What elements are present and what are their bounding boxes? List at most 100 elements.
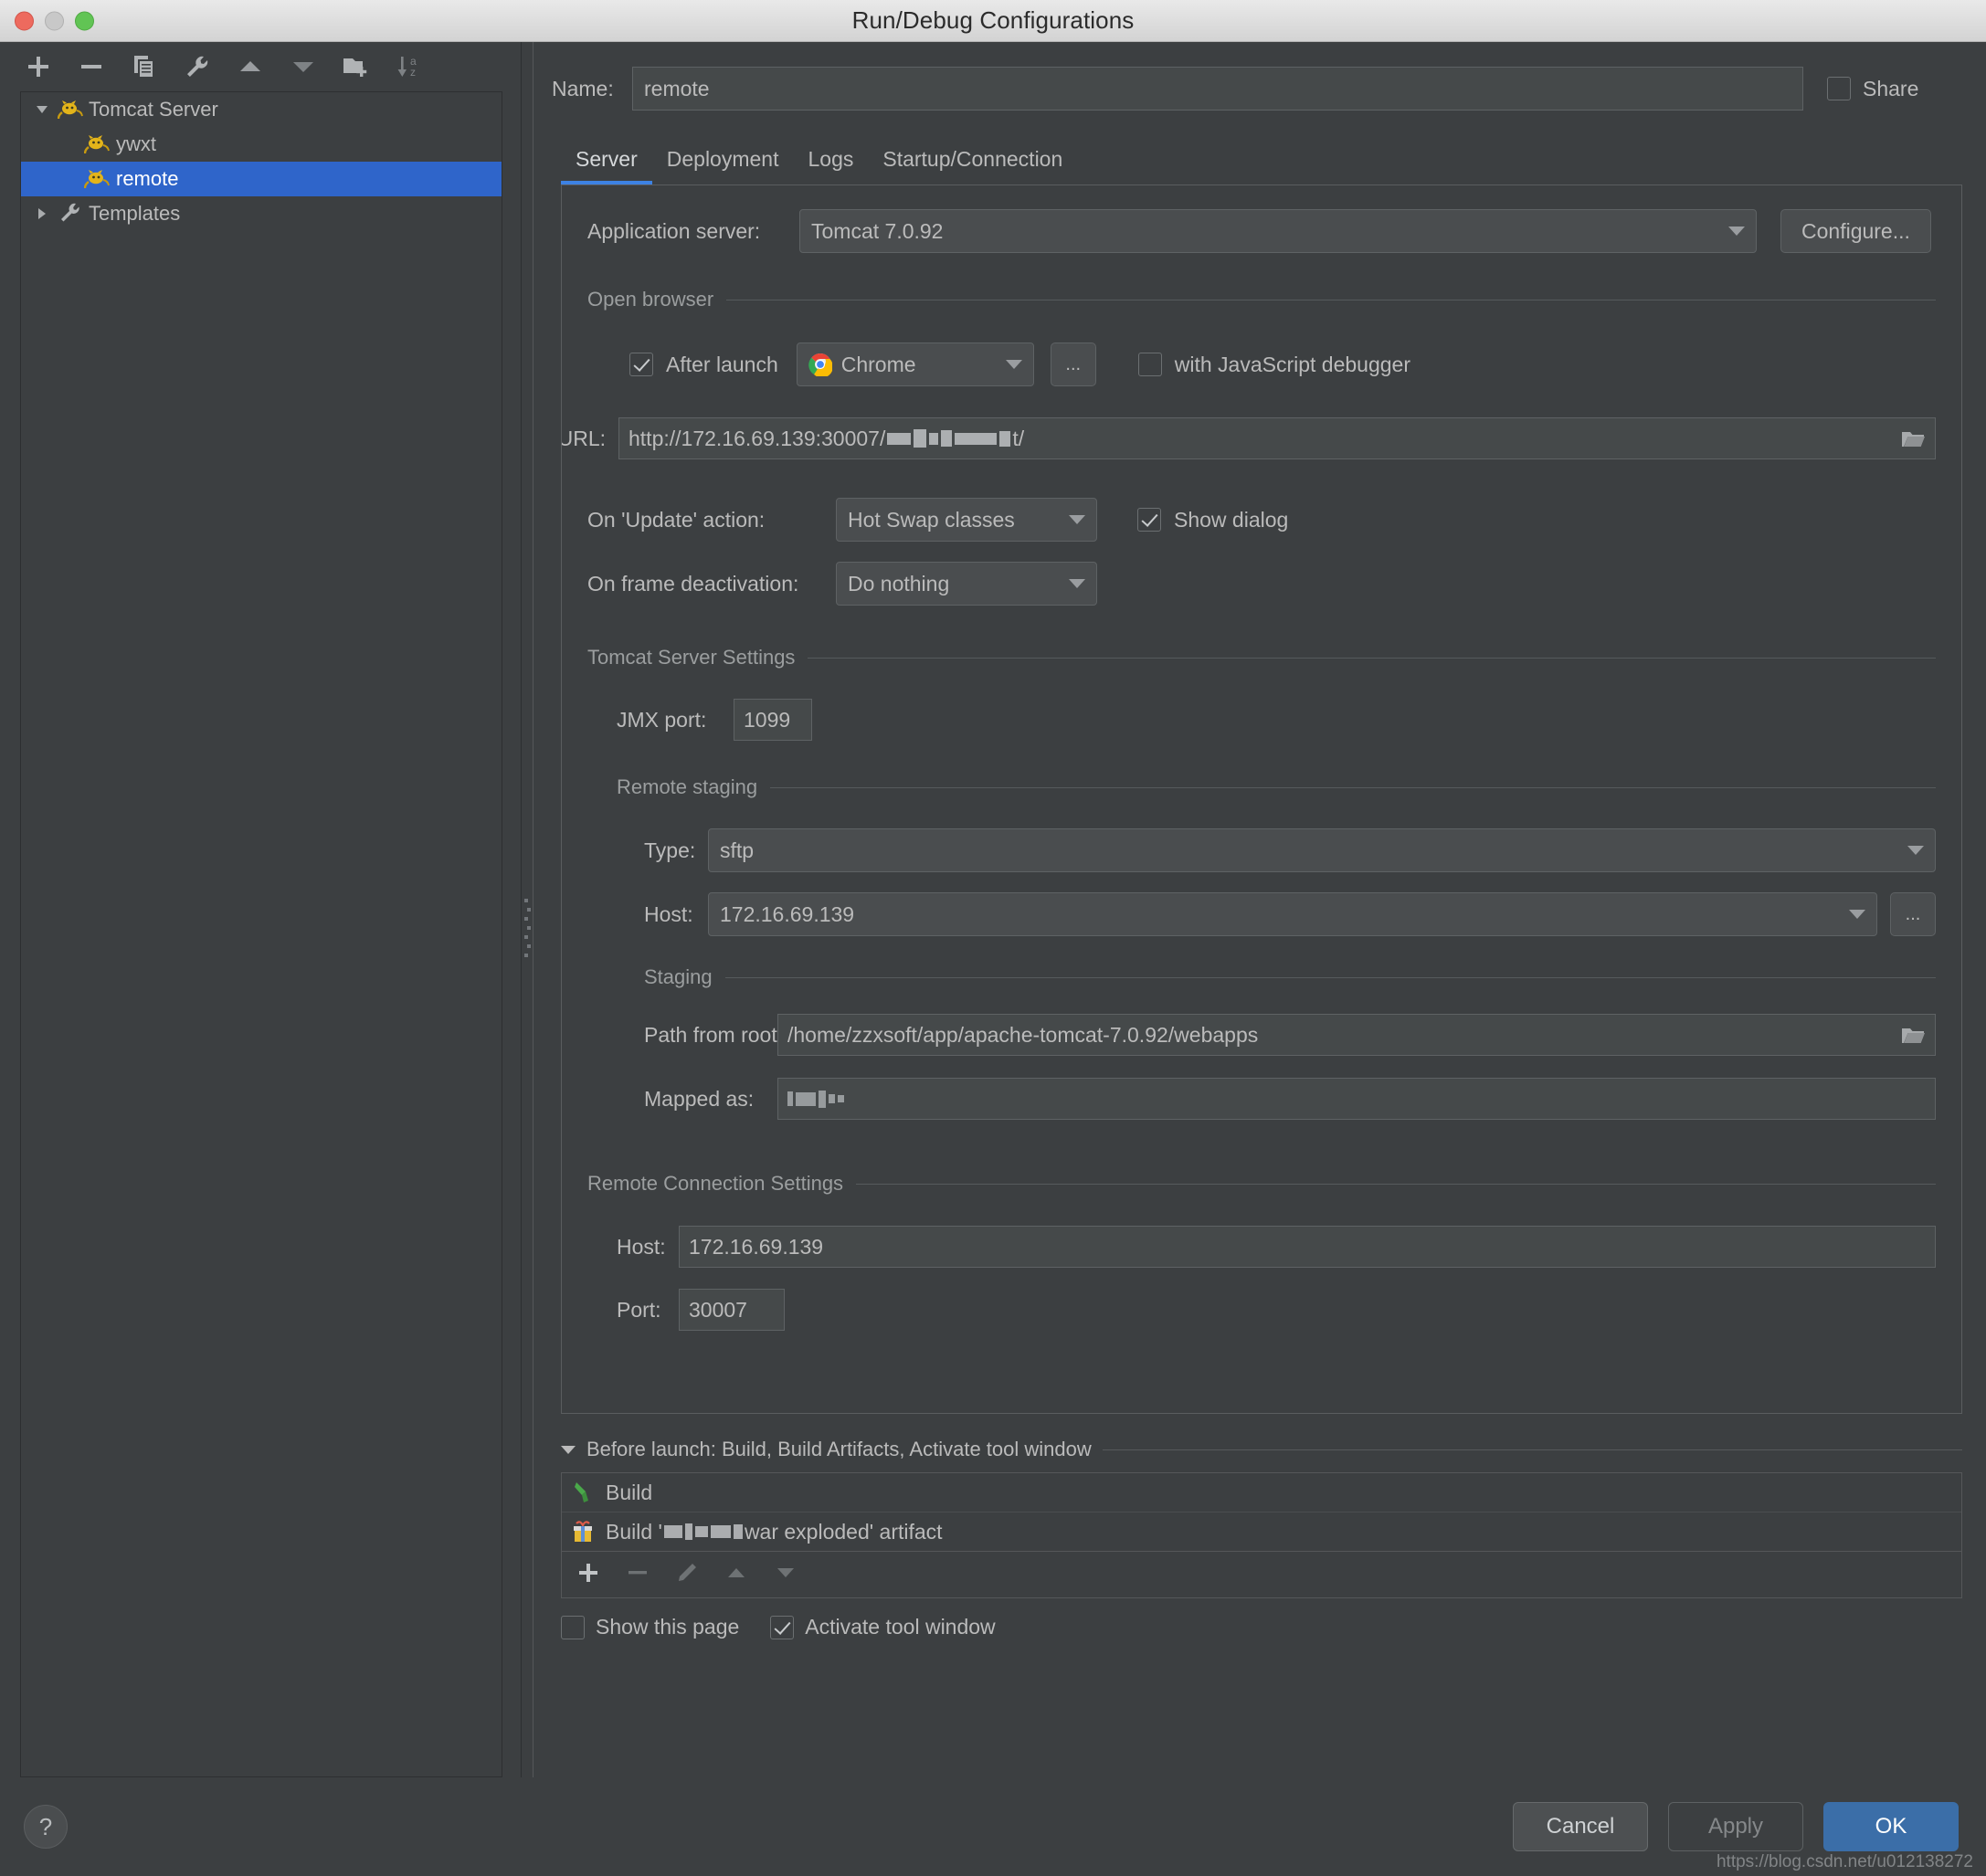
url-input[interactable]: http://172.16.69.139:30007/ t/ — [618, 417, 1936, 459]
tab-startup-connection[interactable]: Startup/Connection — [868, 147, 1077, 184]
minimize-window-button[interactable] — [45, 11, 64, 30]
activate-tool-window-checkbox[interactable] — [770, 1615, 795, 1639]
jmx-port-input[interactable]: 1099 — [734, 699, 812, 741]
js-debugger-checkbox[interactable] — [1137, 353, 1162, 376]
show-this-page-label: Show this page — [596, 1615, 740, 1639]
maximize-window-button[interactable] — [75, 11, 94, 30]
panel-splitter[interactable] — [521, 42, 533, 1777]
edit-templates-icon[interactable] — [181, 50, 214, 83]
window-controls[interactable] — [15, 11, 94, 30]
url-value-suffix: t/ — [1012, 426, 1025, 450]
after-launch-checkbox[interactable] — [629, 353, 653, 376]
frame-deactivation-combo[interactable]: Do nothing — [836, 562, 1097, 606]
open-browser-section-title: Open browser — [587, 288, 714, 311]
staging-host-combo[interactable]: 172.16.69.139 — [708, 892, 1877, 936]
activate-tool-window-group[interactable]: Activate tool window — [770, 1615, 996, 1639]
update-action-label: On 'Update' action: — [587, 507, 766, 532]
remove-task-icon[interactable] — [626, 1561, 650, 1589]
chevron-down-icon[interactable] — [561, 1445, 576, 1454]
folder-icon[interactable] — [1900, 428, 1926, 449]
cancel-button[interactable]: Cancel — [1513, 1802, 1648, 1851]
remote-connection-host-input[interactable]: 172.16.69.139 — [679, 1226, 1936, 1268]
folder-icon[interactable] — [1900, 1025, 1926, 1046]
tomcat-settings-section-title: Tomcat Server Settings — [587, 646, 796, 669]
move-down-icon[interactable] — [287, 50, 320, 83]
tree-item-tomcat-server[interactable]: Tomcat Server — [21, 92, 502, 127]
add-task-icon[interactable] — [576, 1561, 600, 1589]
show-this-page-checkbox[interactable] — [561, 1615, 585, 1639]
before-launch-task-build[interactable]: Build — [562, 1473, 1961, 1512]
before-launch-header[interactable]: Before launch: Build, Build Artifacts, A… — [561, 1438, 1962, 1461]
remove-icon[interactable] — [75, 50, 108, 83]
tree-item-label: Tomcat Server — [89, 98, 218, 121]
staging-type-combo[interactable]: sftp — [708, 828, 1936, 872]
copy-icon[interactable] — [128, 50, 161, 83]
edit-task-icon[interactable] — [675, 1561, 699, 1589]
before-launch-options: Show this page Activate tool window — [561, 1615, 1962, 1639]
before-launch-task-label-suffix: war exploded' artifact — [744, 1519, 943, 1544]
close-window-button[interactable] — [15, 11, 34, 30]
url-label: URL: — [561, 426, 606, 450]
path-from-root-label: Path from root: — [644, 1022, 784, 1047]
path-from-root-input[interactable]: /home/zzxsoft/app/apache-tomcat-7.0.92/w… — [777, 1014, 1936, 1056]
sort-alphabetically-icon[interactable]: a z — [393, 50, 426, 83]
remote-connection-port-input[interactable]: 30007 — [679, 1289, 785, 1331]
apply-button[interactable]: Apply — [1668, 1802, 1803, 1851]
share-checkbox-group[interactable]: Share — [1827, 77, 1937, 101]
tab-logs[interactable]: Logs — [793, 147, 868, 184]
ok-button[interactable]: OK — [1823, 1802, 1959, 1851]
configure-button[interactable]: Configure... — [1780, 209, 1931, 253]
frame-deactivation-value: Do nothing — [848, 571, 950, 595]
add-icon[interactable] — [22, 50, 55, 83]
staging-section-title: Staging — [644, 965, 713, 988]
tree-item-ywxt[interactable]: ywxt — [21, 127, 502, 162]
build-hammer-icon — [571, 1481, 595, 1504]
name-row: Name: remote Share — [533, 42, 1986, 117]
share-label: Share — [1863, 76, 1919, 100]
chevron-down-icon — [1069, 515, 1085, 524]
mapped-as-input[interactable] — [777, 1078, 1936, 1120]
url-row: URL: http://172.16.69.139:30007/ t/ — [562, 416, 1936, 461]
chevron-down-icon — [1069, 579, 1085, 588]
application-server-value: Tomcat 7.0.92 — [811, 218, 944, 243]
before-launch-section: Before launch: Build, Build Artifacts, A… — [561, 1438, 1962, 1639]
server-tab-content: Application server: Tomcat 7.0.92 Config… — [561, 184, 1962, 1414]
configurations-tree[interactable]: Tomcat Server ywxt remote Templates — [20, 91, 502, 1777]
share-checkbox[interactable] — [1827, 77, 1851, 100]
jmx-port-label: JMX port: — [617, 707, 707, 732]
staging-host-browse-button[interactable]: ... — [1890, 892, 1936, 936]
chevron-down-icon — [1849, 910, 1865, 919]
show-dialog-checkbox[interactable] — [1137, 508, 1161, 532]
chevron-down-icon[interactable] — [28, 101, 56, 118]
configuration-tabs[interactable]: Server Deployment Logs Startup/Connectio… — [533, 117, 1986, 184]
before-launch-task-artifact[interactable]: Build ' war exploded' artifact — [562, 1512, 1961, 1552]
tree-item-remote[interactable]: remote — [21, 162, 502, 196]
tomcat-settings-section-header: Tomcat Server Settings — [587, 646, 1936, 669]
url-redacted-segment — [887, 429, 1011, 448]
staging-type-row: Type: sftp — [587, 828, 1936, 872]
application-server-combo[interactable]: Tomcat 7.0.92 — [799, 209, 1757, 253]
tree-item-templates[interactable]: Templates — [21, 196, 502, 231]
name-input[interactable]: remote — [632, 67, 1803, 111]
dialog-footer: ? Cancel Apply OK https://blog.csdn.net/… — [0, 1777, 1986, 1876]
show-dialog-label: Show dialog — [1174, 507, 1289, 532]
splitter-grip[interactable] — [524, 899, 531, 957]
browser-settings-button[interactable]: ... — [1050, 343, 1096, 386]
staging-section-header: Staging — [587, 965, 1936, 989]
move-task-up-icon[interactable] — [724, 1561, 748, 1589]
tab-server[interactable]: Server — [561, 147, 652, 184]
before-launch-toolbar — [562, 1552, 1961, 1597]
tab-deployment[interactable]: Deployment — [652, 147, 794, 184]
staging-type-label: Type: — [644, 838, 696, 862]
show-this-page-group[interactable]: Show this page — [561, 1615, 739, 1639]
browser-combo[interactable]: Chrome — [796, 343, 1034, 386]
move-task-down-icon[interactable] — [774, 1561, 798, 1589]
chevron-right-icon[interactable] — [28, 206, 56, 222]
help-button[interactable]: ? — [24, 1805, 68, 1849]
url-value-prefix: http://172.16.69.139:30007/ — [629, 426, 886, 450]
before-launch-task-list[interactable]: Build Build ' war exploded' artifact — [561, 1472, 1962, 1598]
move-up-icon[interactable] — [234, 50, 267, 83]
new-folder-icon[interactable] — [340, 50, 373, 83]
update-action-combo[interactable]: Hot Swap classes — [836, 498, 1097, 542]
tomcat-icon — [56, 100, 85, 120]
